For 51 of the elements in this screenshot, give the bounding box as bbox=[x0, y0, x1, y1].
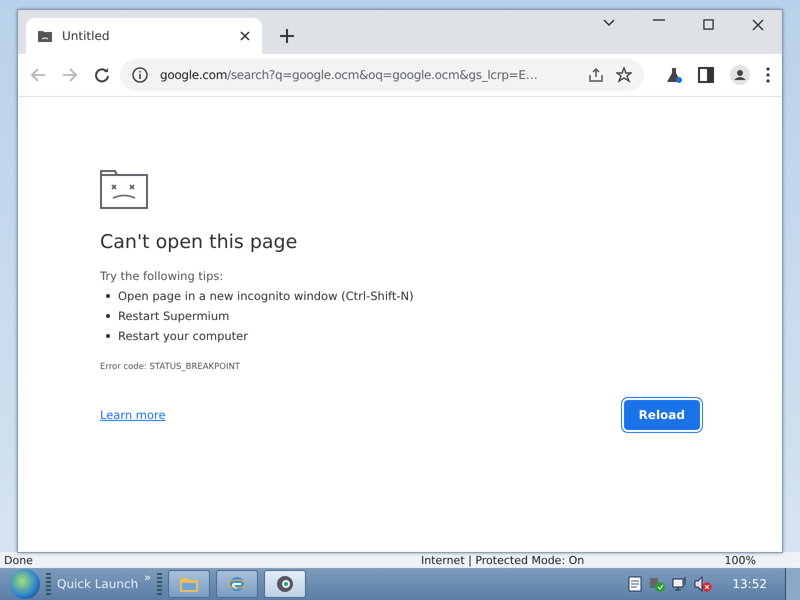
info-icon bbox=[132, 67, 148, 83]
security-zone-text: Internet | Protected Mode: On bbox=[420, 554, 584, 566]
network-icon[interactable] bbox=[672, 576, 688, 592]
status-text: Done bbox=[4, 554, 33, 566]
quick-launch-label: Quick Launch bbox=[57, 577, 138, 591]
close-icon[interactable] bbox=[240, 31, 250, 41]
clock[interactable]: 13:52 bbox=[732, 577, 767, 591]
chevron-text[interactable]: » bbox=[144, 571, 151, 584]
url-text: google.com/search?q=google.ocm&oq=google.ocm&gs_lcrp=E… bbox=[160, 68, 538, 82]
star-icon[interactable] bbox=[616, 67, 632, 83]
speaker-muted-icon[interactable] bbox=[694, 576, 712, 592]
new-tab-icon[interactable] bbox=[280, 29, 294, 43]
error-code: Error code: STATUS_BREAKPOINT bbox=[100, 362, 241, 372]
bullet-icon bbox=[106, 294, 110, 298]
grip-handle[interactable] bbox=[156, 573, 162, 595]
maximize-icon[interactable] bbox=[703, 19, 714, 30]
taskbar-button[interactable] bbox=[264, 570, 306, 598]
bullet-icon bbox=[106, 314, 110, 318]
address-bar[interactable]: google.com/search?q=google.ocm&oq=google.ocm&gs_lcrp=E… bbox=[120, 59, 644, 91]
chevron-down-icon[interactable] bbox=[603, 19, 615, 27]
learn-more-link[interactable]: Learn more bbox=[100, 408, 166, 422]
show-desktop-button[interactable] bbox=[785, 568, 800, 600]
browser-tab[interactable]: Untitled bbox=[26, 18, 262, 54]
sad-folder-icon bbox=[100, 169, 148, 209]
tip-text: Open page in a new incognito window (Ctrl-Shift-N) bbox=[118, 289, 414, 303]
globe-e-icon bbox=[228, 575, 246, 593]
folder-icon bbox=[180, 576, 198, 592]
document-icon[interactable] bbox=[628, 576, 642, 592]
side-panel-icon[interactable] bbox=[698, 67, 714, 83]
minimize-icon[interactable] bbox=[653, 19, 665, 21]
zoom-level: 100% bbox=[724, 554, 756, 566]
profile-icon[interactable] bbox=[730, 65, 750, 85]
tip-text: Restart Supermium bbox=[118, 309, 230, 323]
taskbar-button[interactable] bbox=[216, 570, 258, 598]
grip-handle[interactable] bbox=[46, 573, 51, 595]
tips-intro: Try the following tips: bbox=[100, 269, 224, 283]
tab-title: Untitled bbox=[62, 29, 110, 43]
reload-button[interactable]: Reload bbox=[624, 400, 700, 430]
taskbar-button[interactable] bbox=[168, 570, 210, 598]
share-icon[interactable] bbox=[588, 67, 604, 83]
folder-icon bbox=[38, 30, 52, 42]
reload-icon[interactable] bbox=[94, 67, 110, 83]
sphere-icon bbox=[276, 575, 294, 593]
bullet-icon bbox=[106, 334, 110, 338]
flask-icon[interactable] bbox=[666, 67, 682, 83]
error-heading: Can't open this page bbox=[100, 231, 298, 253]
close-icon[interactable] bbox=[752, 19, 764, 31]
start-button[interactable] bbox=[10, 569, 40, 599]
menu-icon[interactable] bbox=[766, 67, 770, 83]
drive-check-icon[interactable] bbox=[648, 576, 666, 592]
tip-text: Restart your computer bbox=[118, 329, 248, 343]
